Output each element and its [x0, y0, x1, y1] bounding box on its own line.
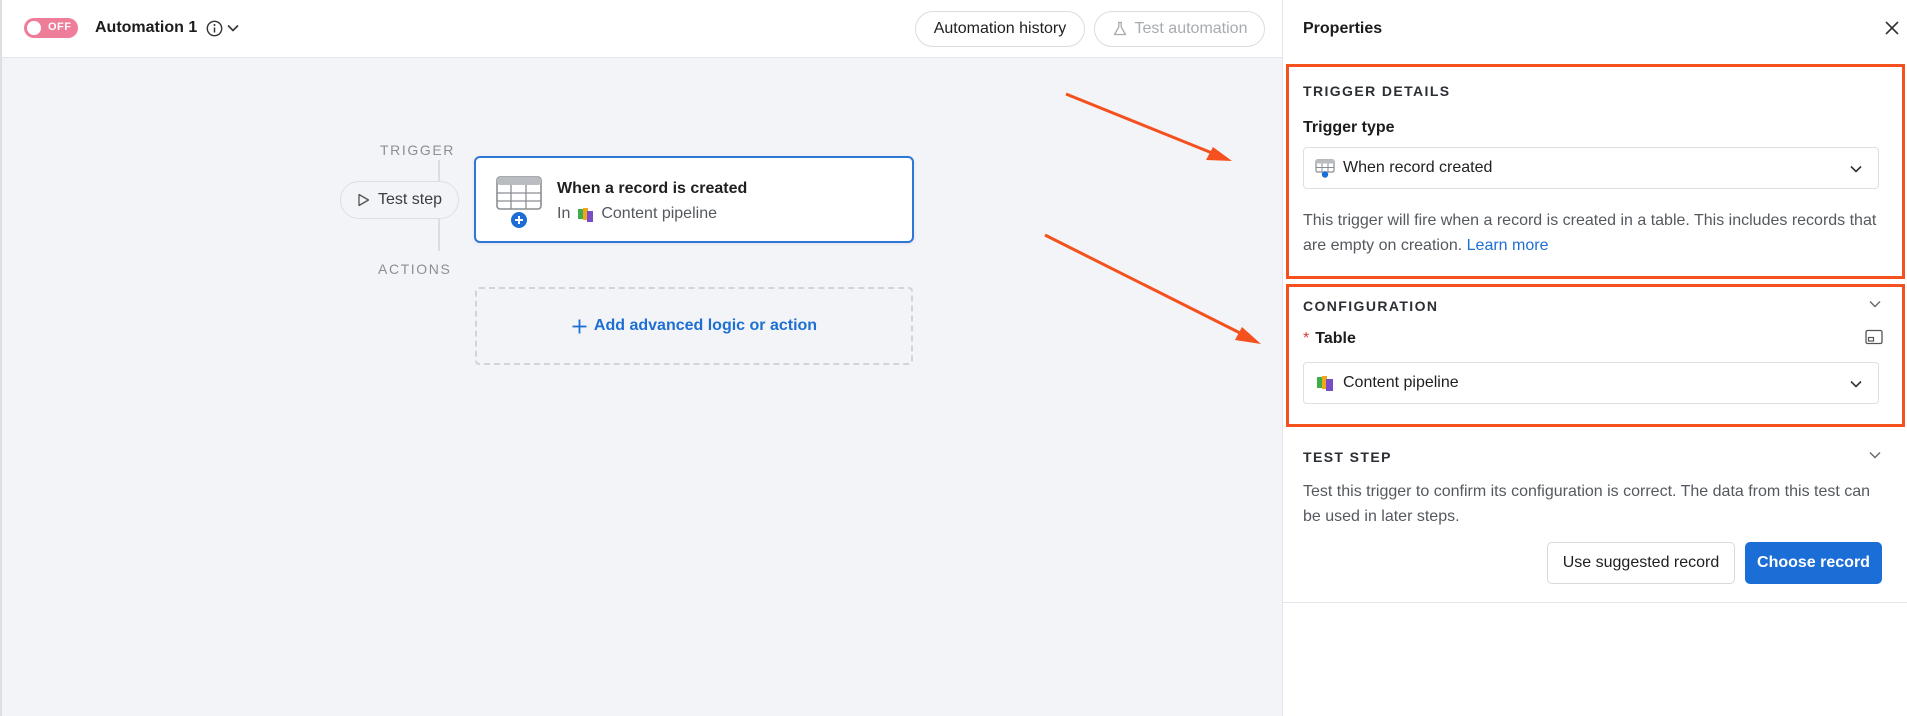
divider	[1283, 602, 1907, 603]
trigger-card-in-prefix: In	[557, 205, 571, 222]
trigger-card-table-name: Content pipeline	[601, 205, 717, 222]
add-action-button[interactable]: Add advanced logic or action	[475, 287, 913, 365]
play-icon	[358, 193, 370, 207]
toggle-label: OFF	[48, 21, 72, 33]
test-step-description: Test this trigger to confirm its configu…	[1303, 483, 1871, 525]
automation-history-button[interactable]: Automation history	[915, 11, 1085, 47]
toggle-knob	[27, 21, 41, 35]
highlight-box-trigger-details	[1286, 64, 1905, 279]
test-automation-label: Test automation	[1134, 20, 1248, 37]
highlight-box-configuration	[1286, 284, 1905, 427]
top-bar: OFF Automation 1 Automation history Test…	[0, 0, 1282, 58]
automation-name[interactable]: Automation 1	[95, 19, 197, 37]
automation-history-label: Automation history	[933, 20, 1067, 37]
test-step-heading: TEST STEP	[1303, 449, 1392, 465]
connector-line	[438, 219, 440, 251]
base-icon	[578, 207, 594, 222]
chevron-down-icon[interactable]	[1868, 448, 1882, 462]
connector-line	[438, 160, 440, 182]
test-automation-button[interactable]: Test automation	[1094, 11, 1265, 47]
chevron-down-icon[interactable]	[226, 21, 240, 35]
use-suggested-record-label: Use suggested record	[1562, 554, 1720, 571]
trigger-card[interactable]: When a record is created In Content pipe…	[474, 156, 914, 243]
use-suggested-record-button[interactable]: Use suggested record	[1547, 542, 1735, 584]
plus-icon	[572, 319, 587, 333]
beaker-icon	[1113, 21, 1126, 36]
info-icon[interactable]	[206, 20, 223, 37]
add-action-label: Add advanced logic or action	[593, 317, 818, 334]
choose-record-label: Choose record	[1757, 554, 1870, 571]
table-add-icon	[496, 176, 542, 228]
automation-canvas: TRIGGER ACTIONS Test step When a record …	[0, 58, 1282, 716]
panel-title: Properties	[1303, 20, 1383, 37]
trigger-card-subtitle: In Content pipeline	[557, 205, 717, 223]
trigger-card-title: When a record is created	[557, 180, 748, 197]
actions-section-label: ACTIONS	[378, 261, 452, 277]
test-step-button[interactable]: Test step	[340, 181, 459, 219]
automation-toggle[interactable]: OFF	[24, 18, 78, 38]
choose-record-button[interactable]: Choose record	[1745, 542, 1882, 584]
close-icon[interactable]	[1884, 20, 1900, 36]
trigger-section-label: TRIGGER	[380, 142, 455, 158]
test-step-label: Test step	[377, 191, 443, 208]
